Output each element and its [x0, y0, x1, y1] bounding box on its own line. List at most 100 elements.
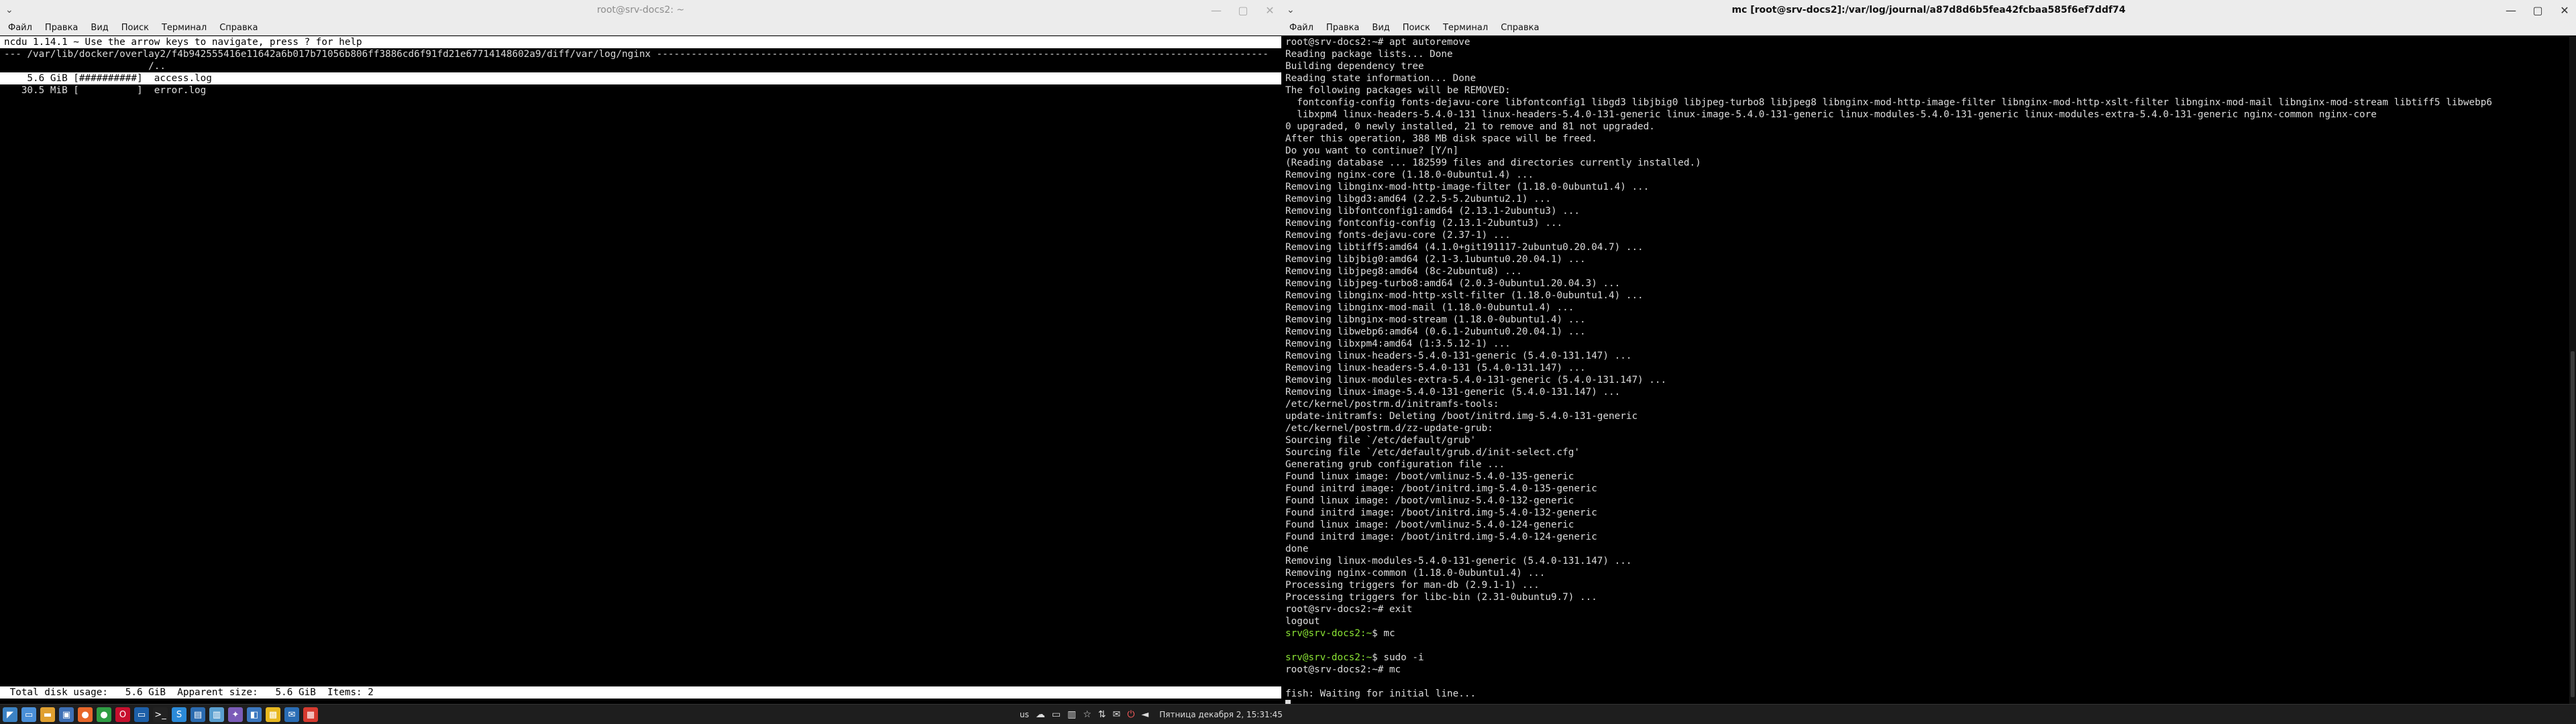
screen-icon[interactable]: ▣	[59, 707, 74, 722]
terminal-line: Removing linux-image-5.4.0-131-generic (…	[1285, 387, 1621, 398]
system-tray: us ☁ ▭ ▥ ☆ ⇅ ✉ ⏻ ◄ Пятница декабря 2, 15…	[1020, 705, 1283, 724]
ncdu-parent-dir[interactable]: /..	[0, 60, 1281, 72]
terminal-line: Found initrd image: /boot/initrd.img-5.4…	[1285, 483, 1597, 494]
power-icon[interactable]: ⏻	[1127, 709, 1134, 720]
terminal-line: Removing fontconfig-config (2.13.1-2ubun…	[1285, 218, 1563, 229]
terminal-line: Sourcing file `/etc/default/grub'	[1285, 435, 1477, 446]
menu-edit[interactable]: Правка	[44, 21, 79, 35]
menubar: Файл Правка Вид Поиск Терминал Справка	[1281, 21, 2576, 36]
terminal-line: Building dependency tree	[1285, 61, 1424, 72]
titlebar[interactable]: ⌄ mc [root@srv-docs2]:/var/log/journal/a…	[1281, 0, 2576, 21]
terminal-line: Removing libnginx-mod-http-xslt-filter (…	[1285, 290, 1644, 301]
skype-icon[interactable]: S	[172, 707, 186, 722]
ncdu-row[interactable]: 30.5 MiB [ ] error.log	[0, 84, 1281, 97]
ncdu-path: --- /var/lib/docker/overlay2/f4b94255541…	[4, 49, 1269, 60]
menu-file[interactable]: Файл	[7, 21, 34, 35]
scrollbar-thumb[interactable]	[2571, 351, 2575, 697]
terminal-line: Removing libgd3:amd64 (2.2.5-5.2ubuntu2.…	[1285, 194, 1551, 204]
chrome-icon[interactable]: ●	[97, 707, 111, 722]
table-icon[interactable]: ▦	[303, 707, 318, 722]
menu-search[interactable]: Поиск	[1401, 21, 1432, 35]
mail-icon[interactable]: ✉	[1113, 709, 1121, 720]
shell-prompt: srv@srv-docs2:~	[1285, 652, 1373, 663]
terminal-active-icon[interactable]: >_	[153, 707, 168, 722]
menu-help[interactable]: Справка	[1499, 21, 1540, 35]
display-icon[interactable]: ▭	[1052, 709, 1061, 720]
firefox-icon[interactable]: ●	[78, 707, 93, 722]
terminal-line: Found linux image: /boot/vmlinuz-5.4.0-1…	[1285, 495, 1574, 506]
scrollbar[interactable]	[2569, 36, 2576, 704]
terminal-window-left[interactable]: ⌄ root@srv-docs2: ~ — ▢ ✕ Файл Правка Ви…	[0, 0, 1281, 704]
ncdu-row[interactable]: 5.6 GiB [##########] access.log	[0, 72, 1281, 84]
terminal-line: After this operation, 388 MB disk space …	[1285, 133, 1597, 144]
terminal-line: Found initrd image: /boot/initrd.img-5.4…	[1285, 507, 1597, 518]
terminal-output[interactable]: root@srv-docs2:~# apt autoremove Reading …	[1281, 36, 2576, 704]
menu-file[interactable]: Файл	[1288, 21, 1315, 35]
terminal-window-right[interactable]: ⌄ mc [root@srv-docs2]:/var/log/journal/a…	[1281, 0, 2576, 704]
terminal-line: The following packages will be REMOVED:	[1285, 85, 1511, 96]
terminal-output[interactable]: ncdu 1.14.1 ~ Use the arrow keys to navi…	[0, 36, 1281, 704]
close-icon[interactable]: ✕	[2557, 4, 2572, 17]
maximize-icon[interactable]: ▢	[2530, 4, 2545, 17]
terminal-line: Sourcing file `/etc/default/grub.d/init-…	[1285, 447, 1580, 458]
terminal-line: Do you want to continue? [Y/n]	[1285, 145, 1459, 156]
star-icon[interactable]: ☆	[1083, 709, 1091, 720]
network-icon[interactable]: ◧	[247, 707, 262, 722]
terminal-line: Reading package lists... Done	[1285, 49, 1453, 60]
menu-terminal[interactable]: Терминал	[1442, 21, 1489, 35]
terminal-line: Removing libxpm4:amd64 (1:3.5.12-1) ...	[1285, 339, 1511, 349]
app-icon[interactable]: ▥	[209, 707, 224, 722]
terminal-line: Removing nginx-common (1.18.0-0ubuntu1.4…	[1285, 568, 1546, 579]
opera-icon[interactable]: O	[115, 707, 130, 722]
cloud-icon[interactable]: ☁	[1036, 709, 1045, 720]
menu-search[interactable]: Поиск	[120, 21, 150, 35]
terminal-line: Processing triggers for libc-bin (2.31-0…	[1285, 592, 1597, 603]
menu-edit[interactable]: Правка	[1325, 21, 1360, 35]
minimize-icon[interactable]: —	[1209, 4, 1224, 17]
shell-command: $ mc	[1372, 628, 1395, 639]
maximize-icon[interactable]: ▢	[1236, 4, 1250, 17]
files-icon[interactable]: ▤	[191, 707, 205, 722]
network-icon[interactable]: ⇅	[1098, 709, 1106, 720]
terminal-line: fish: Waiting for initial line...	[1285, 688, 1477, 699]
terminal-line: 0 upgraded, 0 newly installed, 21 to rem…	[1285, 121, 1655, 132]
minimize-icon[interactable]: —	[2504, 4, 2518, 17]
terminal-line: Reading state information... Done	[1285, 73, 1477, 84]
clock[interactable]: Пятница декабря 2, 15:31:45	[1159, 710, 1283, 719]
keyboard-layout[interactable]: us	[1020, 710, 1029, 719]
titlebar[interactable]: ⌄ root@srv-docs2: ~ — ▢ ✕	[0, 0, 1281, 21]
folder-icon[interactable]: ▬	[40, 707, 55, 722]
terminal-line: srv@srv-docs2:~$ sudo -i	[1281, 652, 2576, 664]
terminal-line: logout	[1285, 616, 1320, 627]
close-icon[interactable]: ✕	[1263, 4, 1277, 17]
terminal-line: Removing linux-modules-5.4.0-131-generic…	[1285, 556, 1632, 566]
evolution-icon[interactable]: ✦	[228, 707, 243, 722]
chart-icon[interactable]: ▥	[1067, 709, 1076, 720]
taskbar: ◤ ▭ ▬ ▣ ● ● O ▭ >_ S ▤ ▥ ✦ ◧ ▩ ✉ ▦ us ☁ ▭ ▥ ☆ ⇅ ✉ ⏻ ◄ Пя…	[0, 704, 2576, 724]
menu-view[interactable]: Вид	[1371, 21, 1391, 35]
notes-icon[interactable]: ▩	[266, 707, 280, 722]
mail-icon[interactable]: ✉	[284, 707, 299, 722]
terminal-line: Removing linux-modules-extra-5.4.0-131-g…	[1285, 375, 1667, 385]
menubar: Файл Правка Вид Поиск Терминал Справка	[0, 21, 1281, 36]
shell-prompt: srv@srv-docs2:~	[1285, 628, 1373, 639]
terminal-line: Removing linux-headers-5.4.0-131 (5.4.0-…	[1285, 363, 1586, 373]
start-menu-icon[interactable]: ◤	[3, 707, 17, 722]
terminal-line: Removing fonts-dejavu-core (2.37-1) ...	[1285, 230, 1511, 241]
file-manager-icon[interactable]: ▭	[21, 707, 36, 722]
menu-view[interactable]: Вид	[89, 21, 109, 35]
terminal-line: Removing linux-headers-5.4.0-131-generic…	[1285, 351, 1632, 361]
terminal-line: done	[1285, 544, 1309, 554]
ncdu-header: ncdu 1.14.1 ~ Use the arrow keys to navi…	[0, 36, 1281, 48]
terminal-line: Removing libtiff5:amd64 (4.1.0+git191117…	[1285, 242, 1644, 253]
terminal-line: Removing libfontconfig1:amd64 (2.13.1-2u…	[1285, 206, 1580, 217]
terminal-line: Removing libnginx-mod-mail (1.18.0-0ubun…	[1285, 302, 1574, 313]
menu-terminal[interactable]: Терминал	[160, 21, 208, 35]
terminal-line: Removing libjbig0:amd64 (2.1-3.1ubuntu0.…	[1285, 254, 1586, 265]
menu-help[interactable]: Справка	[218, 21, 259, 35]
ncdu-footer: Total disk usage: 5.6 GiB Apparent size:…	[0, 686, 1281, 699]
volume-icon[interactable]: ◄	[1141, 709, 1148, 720]
terminal-icon[interactable]: ▭	[134, 707, 149, 722]
terminal-line: root@srv-docs2:~# mc	[1285, 664, 1401, 675]
